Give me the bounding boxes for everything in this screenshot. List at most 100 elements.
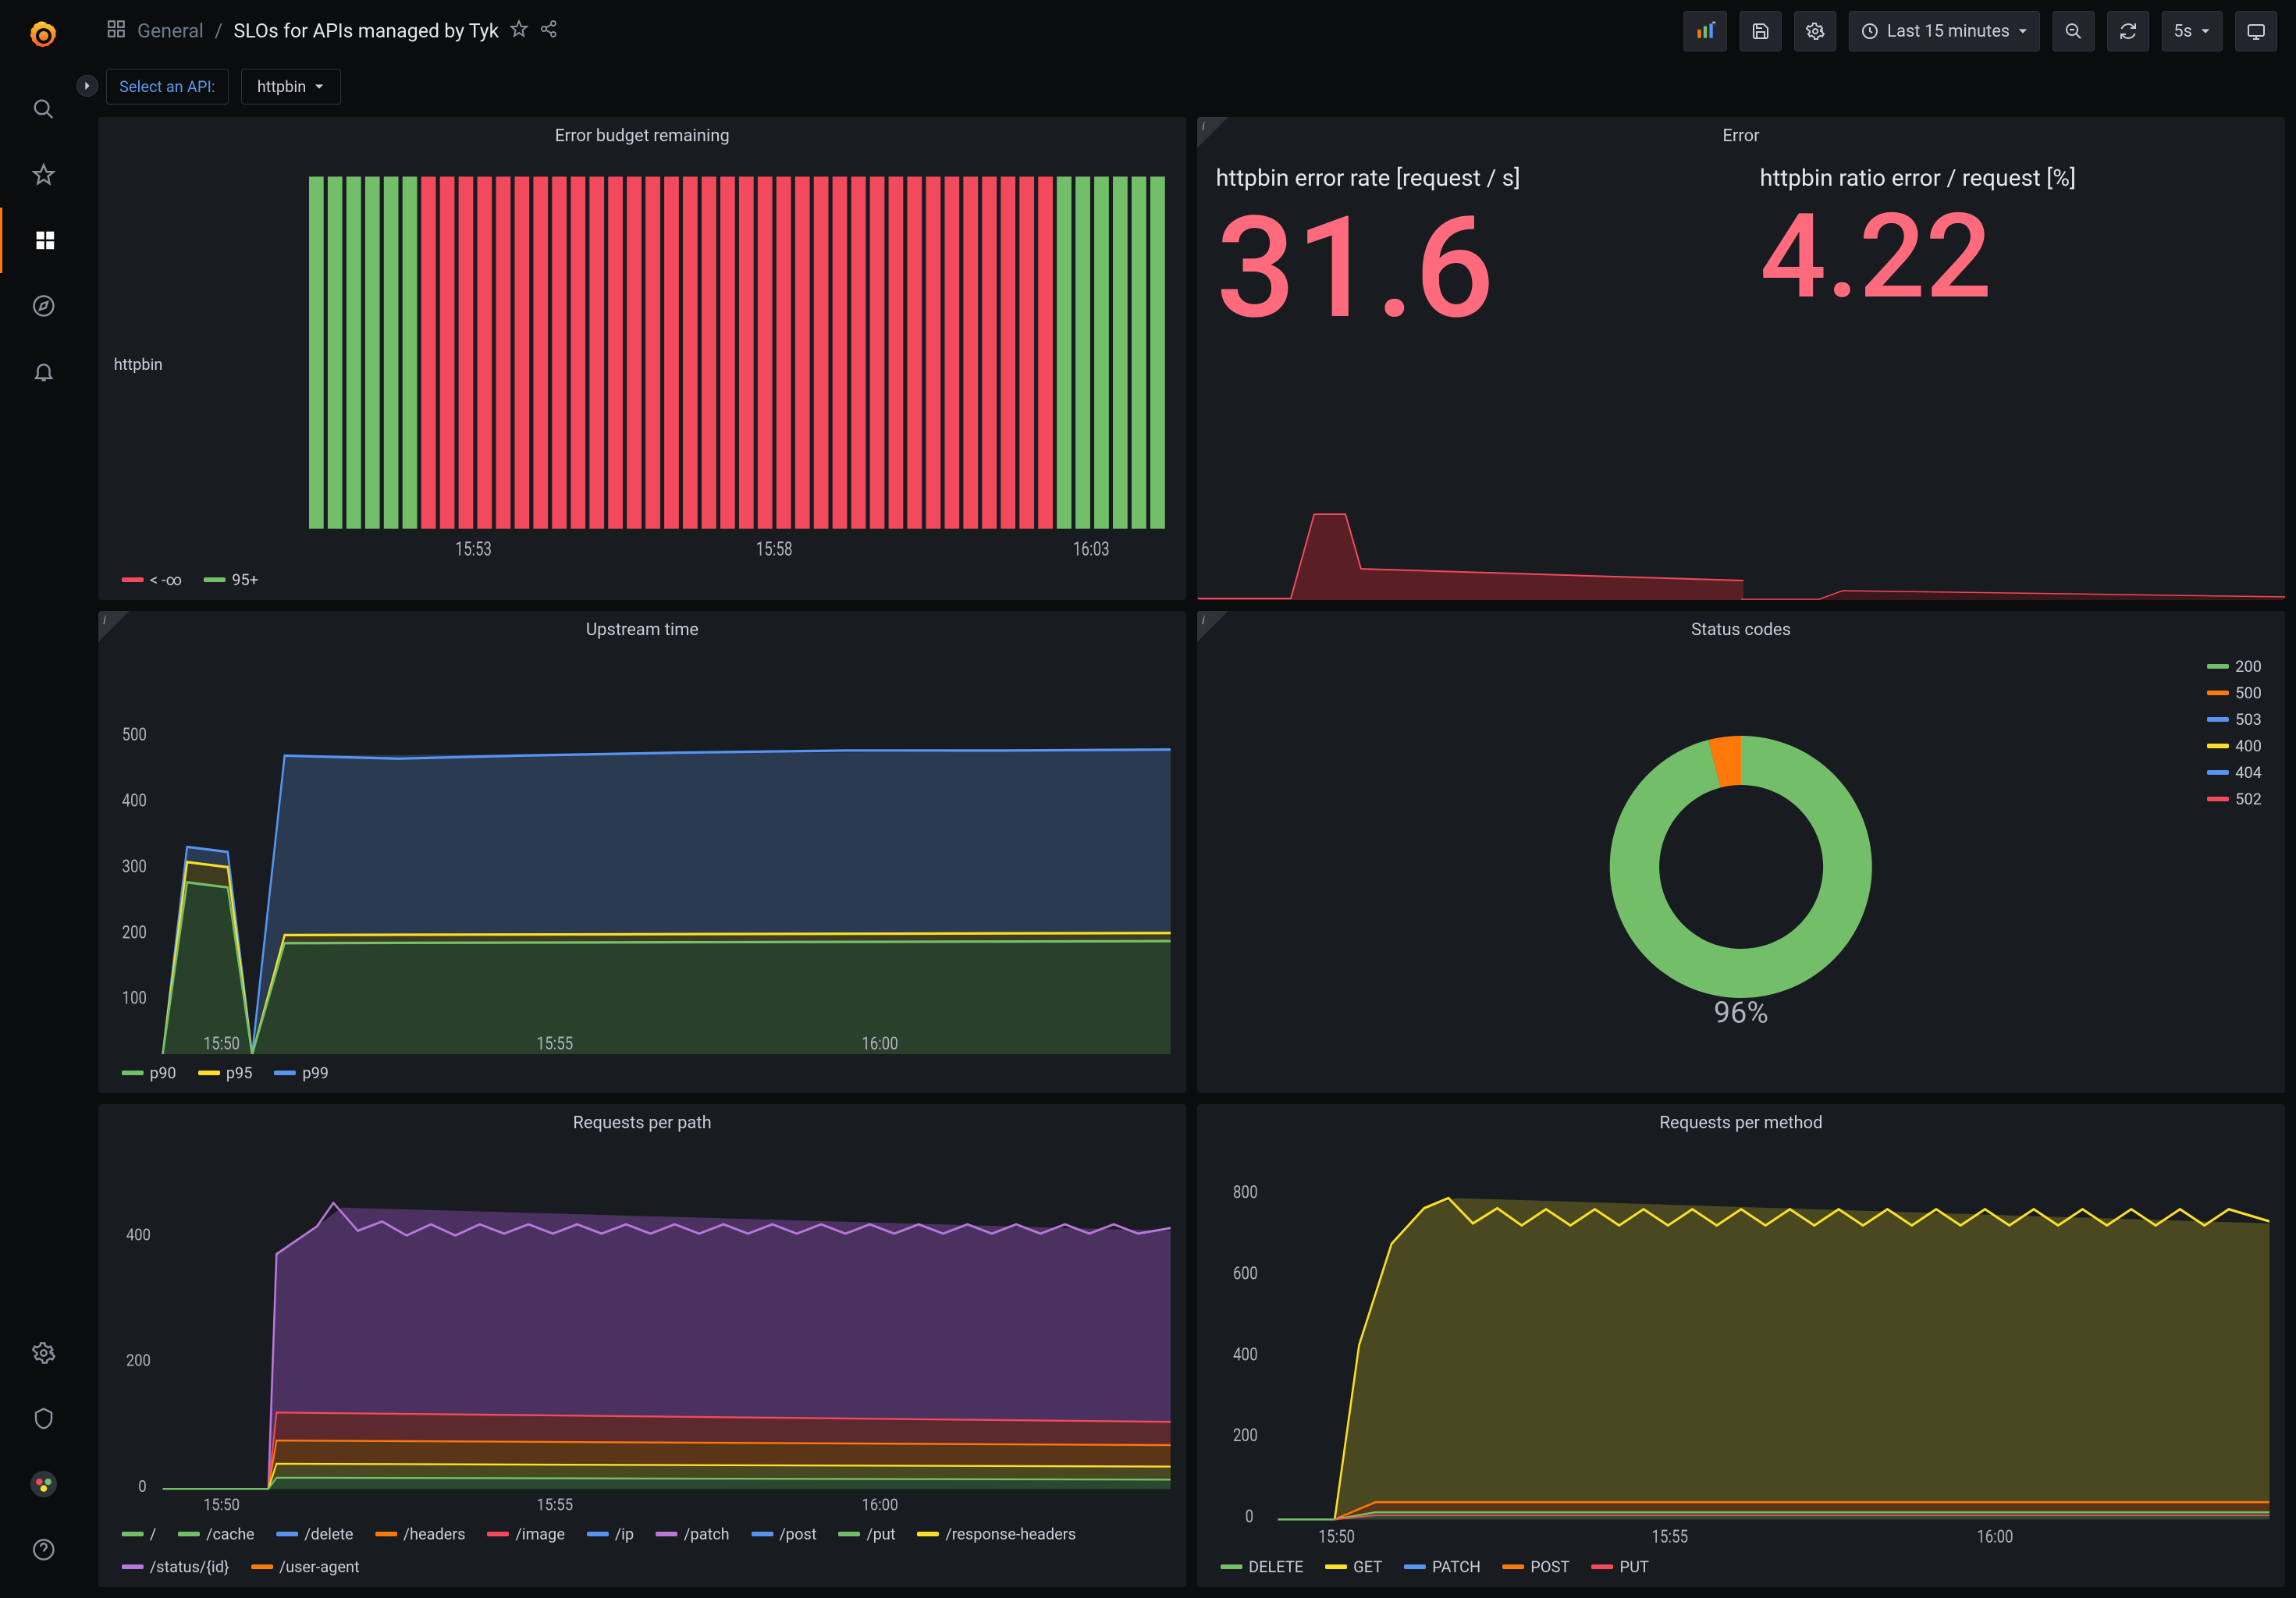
info-icon[interactable]: i — [1197, 117, 1228, 148]
variable-row: Select an API: httpbin — [87, 62, 2296, 117]
svg-text:200: 200 — [122, 922, 147, 943]
panel-upstream-time: i Upstream time 100200300400500 — [98, 611, 1186, 1094]
requests-method-chart[interactable]: 0200400600800 15:5015:5516:00 — [1213, 1142, 2269, 1548]
legend-item[interactable]: /ip — [587, 1525, 634, 1543]
refresh-interval-picker[interactable]: 5s — [2162, 11, 2223, 51]
apps-icon[interactable] — [106, 19, 126, 44]
panel-requests-method: Requests per method 0200400600800 15:501… — [1197, 1104, 2285, 1587]
donut-legend: 200 500 503 400 404 502 — [2207, 657, 2262, 808]
share-icon[interactable] — [539, 20, 558, 44]
svg-text:800: 800 — [1233, 1182, 1258, 1204]
legend-item[interactable]: DELETE — [1221, 1557, 1303, 1576]
sidebar — [0, 0, 87, 1598]
svg-text:300: 300 — [122, 856, 147, 878]
star-icon[interactable] — [25, 156, 62, 194]
legend-item[interactable]: 503 — [2207, 710, 2262, 729]
svg-text:16:00: 16:00 — [1977, 1527, 2013, 1548]
chevron-down-icon — [314, 81, 325, 92]
timerange-label: Last 15 minutes — [1887, 22, 2010, 41]
legend-item[interactable]: /status/{id} — [122, 1557, 229, 1576]
panel-title: Status codes — [1197, 611, 2285, 649]
main-area: General / SLOs for APIs managed by Tyk +… — [87, 0, 2296, 1598]
configuration-icon[interactable] — [25, 1334, 62, 1372]
info-icon[interactable]: i — [98, 611, 130, 642]
legend-item[interactable]: /delete — [276, 1525, 354, 1543]
legend-item[interactable]: p90 — [122, 1064, 176, 1082]
legend: / /cache /delete /headers /image /ip /pa… — [114, 1515, 1171, 1579]
sidebar-toggle[interactable] — [76, 75, 98, 97]
legend-item[interactable]: < -∞ — [122, 570, 182, 589]
legend-item[interactable]: /user-agent — [251, 1557, 360, 1576]
help-icon[interactable] — [25, 1531, 62, 1568]
avatar-icon[interactable] — [25, 1465, 62, 1503]
save-button[interactable] — [1740, 11, 1782, 51]
legend-item[interactable]: 502 — [2207, 790, 2262, 808]
zoom-out-button[interactable] — [2053, 11, 2095, 51]
requests-path-chart[interactable]: 0200400 15:5015:5516:00 — [114, 1142, 1171, 1515]
legend-item[interactable]: /cache — [178, 1525, 254, 1543]
breadcrumb-folder[interactable]: General — [137, 20, 204, 43]
legend-item[interactable]: GET — [1325, 1557, 1382, 1576]
svg-text:16:00: 16:00 — [862, 1033, 898, 1054]
breadcrumb: General / SLOs for APIs managed by Tyk — [106, 19, 558, 44]
refresh-interval-label: 5s — [2173, 22, 2192, 41]
legend-item[interactable]: /patch — [656, 1525, 729, 1543]
legend-item[interactable]: /response-headers — [917, 1525, 1075, 1543]
legend-item[interactable]: /headers — [375, 1525, 466, 1543]
search-icon[interactable] — [25, 91, 62, 128]
legend-item[interactable]: / — [122, 1525, 156, 1543]
panel-status-codes: i Status codes 96% 200 — [1197, 611, 2285, 1094]
grafana-logo[interactable] — [22, 14, 66, 58]
info-icon[interactable]: i — [1197, 611, 1228, 642]
legend-item[interactable]: POST — [1502, 1557, 1569, 1576]
legend-item[interactable]: PATCH — [1404, 1557, 1480, 1576]
favorite-star-icon[interactable] — [510, 20, 528, 44]
page-title: SLOs for APIs managed by Tyk — [233, 20, 499, 43]
panel-error: i Error httpbin error rate [request / s]… — [1197, 117, 2285, 600]
panel-error-budget: Error budget remaining httpbin 15:5315:5… — [98, 117, 1186, 600]
legend-item[interactable]: /post — [752, 1525, 817, 1543]
svg-text:16:00: 16:00 — [862, 1495, 898, 1515]
variable-dropdown[interactable]: httpbin — [241, 69, 341, 105]
error-budget-chart[interactable]: 15:5315:5816:03 — [114, 155, 1171, 561]
legend-item[interactable]: PUT — [1591, 1557, 1649, 1576]
legend-item[interactable]: p99 — [274, 1064, 329, 1082]
svg-text:0: 0 — [1246, 1507, 1254, 1529]
status-donut[interactable]: 96% 200 500 503 400 404 502 — [1213, 649, 2269, 1086]
svg-text:96%: 96% — [1714, 996, 1768, 1031]
legend-item[interactable]: /put — [838, 1525, 895, 1543]
stat-value: 31.6 — [1216, 198, 1722, 339]
settings-button[interactable] — [1794, 11, 1836, 51]
svg-text:15:50: 15:50 — [1318, 1527, 1355, 1548]
legend-item[interactable]: p95 — [198, 1064, 253, 1082]
admin-icon[interactable] — [25, 1400, 62, 1437]
svg-text:200: 200 — [126, 1351, 151, 1371]
stat-value: 4.22 — [1760, 198, 2266, 315]
svg-text:15:50: 15:50 — [204, 1033, 240, 1054]
svg-text:15:55: 15:55 — [537, 1033, 574, 1054]
timerange-picker[interactable]: Last 15 minutes — [1849, 11, 2040, 51]
svg-text:16:03: 16:03 — [1073, 538, 1110, 560]
svg-text:15:50: 15:50 — [204, 1495, 240, 1515]
dashboards-icon[interactable] — [27, 222, 64, 259]
refresh-button[interactable] — [2107, 11, 2149, 51]
legend-item[interactable]: 500 — [2207, 684, 2262, 702]
legend-item[interactable]: 95+ — [204, 570, 258, 589]
upstream-chart[interactable]: 100200300400500 15:5015:5516:00 — [114, 649, 1171, 1055]
svg-text:0: 0 — [138, 1476, 147, 1497]
legend-item[interactable]: 200 — [2207, 657, 2262, 676]
legend: DELETE GET PATCH POST PUT — [1213, 1548, 2269, 1579]
svg-text:15:58: 15:58 — [756, 538, 793, 560]
add-panel-button[interactable]: + — [1683, 11, 1727, 51]
topbar: General / SLOs for APIs managed by Tyk +… — [87, 0, 2296, 62]
kiosk-button[interactable] — [2235, 11, 2277, 51]
legend-item[interactable]: 400 — [2207, 737, 2262, 755]
panel-title: Upstream time — [98, 611, 1186, 649]
svg-text:100: 100 — [122, 987, 147, 1009]
legend-item[interactable]: /image — [487, 1525, 564, 1543]
variable-value: httpbin — [258, 77, 306, 96]
legend-item[interactable]: 404 — [2207, 763, 2262, 782]
alerting-icon[interactable] — [25, 353, 62, 390]
explore-icon[interactable] — [25, 287, 62, 325]
svg-text:400: 400 — [1233, 1344, 1258, 1366]
